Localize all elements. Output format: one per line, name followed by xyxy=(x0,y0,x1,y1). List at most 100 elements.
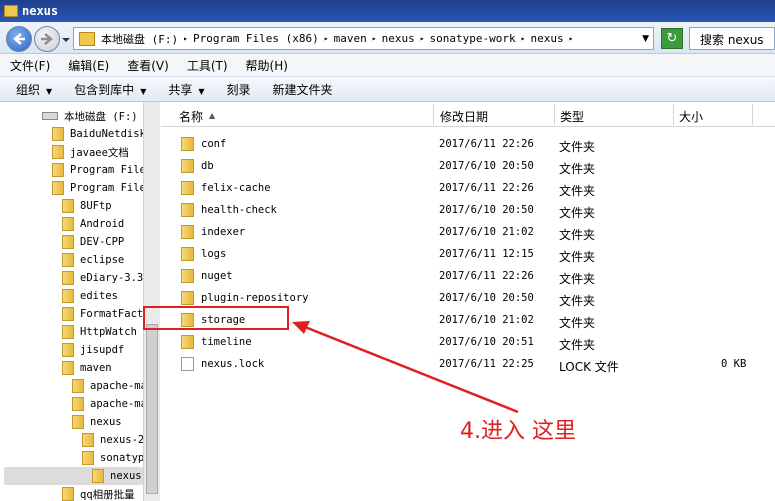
folder-icon xyxy=(62,217,74,231)
breadcrumb-item[interactable]: nexus xyxy=(382,32,415,45)
file-row[interactable]: db 2017/6/10 20:50 文件夹 xyxy=(161,155,775,177)
breadcrumb-separator-icon[interactable]: ▸ xyxy=(372,34,377,43)
file-name: timeline xyxy=(201,336,252,348)
sidebar-item[interactable]: Program File xyxy=(52,179,143,197)
share-button[interactable]: 共享 ▼ xyxy=(168,81,204,98)
address-bar[interactable]: 本地磁盘 (F:) ▸ Program Files (x86) ▸ maven ▸ nexu… xyxy=(73,27,654,50)
file-row[interactable]: logs 2017/6/11 12:15 文件夹 xyxy=(161,243,775,265)
sidebar-item[interactable]: qq相册批量 xyxy=(62,485,135,501)
scrollbar-thumb[interactable] xyxy=(146,324,158,494)
file-type: 文件夹 xyxy=(559,316,596,330)
sidebar-item-label: apache-ma xyxy=(90,398,143,410)
forward-button[interactable] xyxy=(34,26,60,52)
breadcrumb-item[interactable]: sonatype-work xyxy=(430,32,516,45)
sidebar-item[interactable]: eDiary-3.3 xyxy=(62,269,143,287)
file-row[interactable]: timeline 2017/6/10 20:51 文件夹 xyxy=(161,331,775,353)
folder-icon xyxy=(62,361,74,375)
sidebar-item-label: eclipse xyxy=(80,254,125,266)
sidebar-item[interactable]: javaee文档 xyxy=(52,143,129,161)
sidebar-item-label: jisupdf xyxy=(80,344,125,356)
file-date: 2017/6/11 22:26 xyxy=(439,182,534,194)
sidebar-item[interactable]: apache-ma xyxy=(72,377,143,395)
breadcrumb-separator-icon[interactable]: ▸ xyxy=(521,34,526,43)
sidebar-item[interactable]: jisupdf xyxy=(62,341,124,359)
file-date: 2017/6/11 22:26 xyxy=(439,270,534,282)
file-icon xyxy=(181,357,194,371)
sidebar-item[interactable]: maven xyxy=(62,359,112,377)
column-name[interactable]: 名称 xyxy=(179,108,203,125)
menu-item[interactable]: 工具(T) xyxy=(187,57,228,74)
folder-icon xyxy=(52,145,64,159)
menu-item[interactable]: 文件(F) xyxy=(10,57,50,74)
file-row[interactable]: nuget 2017/6/11 22:26 文件夹 xyxy=(161,265,775,287)
search-input[interactable]: 搜索 nexus xyxy=(689,27,775,50)
sidebar-item-label: eDiary-3.3 xyxy=(80,272,143,284)
file-row[interactable]: indexer 2017/6/10 21:02 文件夹 xyxy=(161,221,775,243)
address-dropdown-icon[interactable]: ▼ xyxy=(642,34,649,44)
breadcrumb-item[interactable]: 本地磁盘 (F:) xyxy=(101,31,178,47)
column-size[interactable]: 大小 xyxy=(679,108,703,125)
file-name: plugin-repository xyxy=(201,292,309,304)
sidebar-item[interactable]: nexus-2 xyxy=(82,431,143,449)
include-library-button[interactable]: 包含到库中 ▼ xyxy=(74,81,146,98)
sidebar-item[interactable]: edites xyxy=(62,287,118,305)
arrow-right-icon xyxy=(41,33,53,45)
file-type: 文件夹 xyxy=(559,338,596,352)
sidebar-item[interactable]: sonatyp xyxy=(82,449,143,467)
menu-bar: 文件(F) 编辑(E) 查看(V) 工具(T) 帮助(H) xyxy=(0,54,775,76)
folder-icon xyxy=(72,379,84,393)
refresh-button[interactable]: ↻ xyxy=(661,28,683,49)
column-type[interactable]: 类型 xyxy=(560,108,584,125)
sidebar-item-label: javaee文档 xyxy=(70,146,129,159)
breadcrumb-separator-icon[interactable]: ▸ xyxy=(324,34,329,43)
breadcrumb[interactable]: 本地磁盘 (F:) ▸ Program Files (x86) ▸ maven ▸ nexu… xyxy=(101,31,578,47)
back-button[interactable] xyxy=(6,26,32,52)
breadcrumb-item[interactable]: maven xyxy=(334,32,367,45)
organize-button[interactable]: 组织 ▼ xyxy=(16,81,52,98)
breadcrumb-separator-icon[interactable]: ▸ xyxy=(420,34,425,43)
folder-icon xyxy=(181,247,194,261)
sidebar-item[interactable]: FormatFact xyxy=(62,305,143,323)
file-name: nuget xyxy=(201,270,233,282)
breadcrumb-item[interactable]: nexus xyxy=(530,32,563,45)
file-row[interactable]: conf 2017/6/11 22:26 文件夹 xyxy=(161,133,775,155)
folder-icon xyxy=(52,181,64,195)
sidebar-item[interactable]: Android xyxy=(62,215,124,233)
file-name: db xyxy=(201,160,214,172)
sidebar-item-label: Android xyxy=(80,218,125,230)
file-row[interactable]: health-check 2017/6/10 20:50 文件夹 xyxy=(161,199,775,221)
breadcrumb-separator-icon[interactable]: ▸ xyxy=(183,34,188,43)
sidebar-item-label: Program File xyxy=(70,182,143,194)
sidebar-item[interactable]: BaiduNetdisk xyxy=(52,125,143,143)
new-folder-button[interactable]: 新建文件夹 xyxy=(273,81,333,98)
burn-button[interactable]: 刻录 xyxy=(227,81,251,98)
folder-icon xyxy=(79,31,95,46)
file-row[interactable]: felix-cache 2017/6/11 22:26 文件夹 xyxy=(161,177,775,199)
file-row[interactable]: nexus.lock 2017/6/11 22:25 LOCK 文件 0 KB xyxy=(161,353,775,375)
sidebar-item[interactable]: Program File xyxy=(52,161,143,179)
file-name: logs xyxy=(201,248,227,260)
sidebar-item[interactable]: nexus xyxy=(4,467,143,485)
sidebar-scrollbar[interactable] xyxy=(143,102,160,501)
sidebar-item[interactable]: HttpWatch xyxy=(62,323,137,341)
breadcrumb-separator-icon[interactable]: ▸ xyxy=(569,34,574,43)
menu-item[interactable]: 帮助(H) xyxy=(246,57,288,74)
menu-item[interactable]: 查看(V) xyxy=(127,57,169,74)
history-dropdown-icon[interactable] xyxy=(62,36,70,44)
sidebar-item-label: nexus xyxy=(90,416,122,428)
folder-icon xyxy=(82,451,94,465)
sidebar-item[interactable]: 8UFtp xyxy=(62,197,112,215)
folder-icon xyxy=(62,199,74,213)
folder-icon xyxy=(181,291,194,305)
sidebar-item-label: maven xyxy=(80,362,112,374)
sidebar-item[interactable]: apache-ma xyxy=(72,395,143,413)
sidebar-item[interactable]: 本地磁盘 (F:) xyxy=(42,107,138,125)
file-type: 文件夹 xyxy=(559,294,596,308)
sidebar-item[interactable]: eclipse xyxy=(62,251,124,269)
sidebar-item[interactable]: DEV-CPP xyxy=(62,233,124,251)
menu-item[interactable]: 编辑(E) xyxy=(68,57,109,74)
breadcrumb-item[interactable]: Program Files (x86) xyxy=(193,32,319,45)
sidebar-item[interactable]: nexus xyxy=(72,413,122,431)
file-name: felix-cache xyxy=(201,182,271,194)
column-date[interactable]: 修改日期 xyxy=(440,108,488,125)
